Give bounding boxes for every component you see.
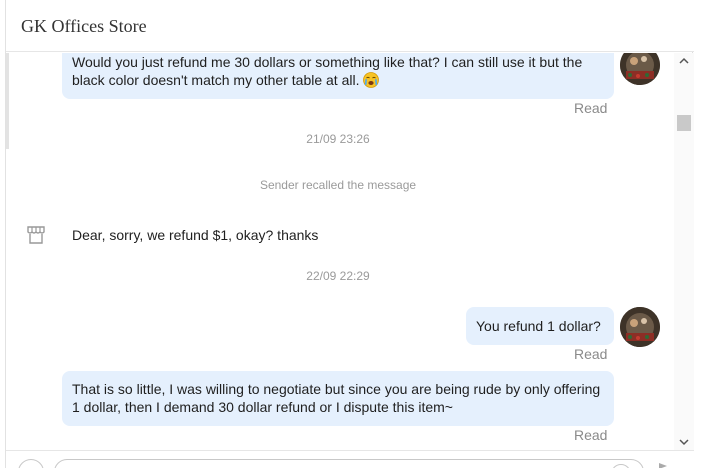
add-attachment-icon[interactable] bbox=[18, 459, 44, 468]
read-receipt: Read bbox=[574, 100, 608, 116]
message-text: Would you just refund me 30 dollars or s… bbox=[72, 54, 583, 88]
scroll-up-icon[interactable] bbox=[674, 53, 694, 69]
read-receipt: Read bbox=[574, 346, 608, 362]
user-avatar[interactable] bbox=[620, 53, 660, 85]
timestamp: 21/09 23:26 bbox=[306, 132, 370, 146]
timestamp: 22/09 22:29 bbox=[306, 269, 370, 283]
message-bubble-outgoing: You refund 1 dollar? bbox=[466, 307, 614, 345]
message-thread[interactable]: Would you just refund me 30 dollars or s… bbox=[6, 53, 674, 449]
crying-face-emoji-icon bbox=[363, 72, 380, 92]
message-bubble-outgoing: That is so little, I was willing to nego… bbox=[62, 371, 614, 426]
store-icon bbox=[26, 225, 46, 245]
scroll-thumb[interactable] bbox=[677, 115, 691, 131]
chat-header: GK Offices Store bbox=[6, 0, 694, 52]
message-bubble-outgoing: Would you just refund me 30 dollars or s… bbox=[62, 53, 614, 99]
message-text-incoming: Dear, sorry, we refund $1, okay? thanks bbox=[72, 227, 319, 243]
vertical-scrollbar[interactable] bbox=[674, 53, 694, 450]
message-input[interactable] bbox=[54, 459, 644, 468]
message-text: That is so little, I was willing to nego… bbox=[72, 381, 601, 415]
system-message: Sender recalled the message bbox=[259, 178, 417, 192]
chat-window: GK Offices Store Would you just refund m… bbox=[5, 0, 694, 468]
user-avatar[interactable] bbox=[620, 307, 660, 347]
message-composer bbox=[6, 450, 694, 468]
store-name: GK Offices Store bbox=[21, 16, 147, 36]
scroll-down-icon[interactable] bbox=[674, 434, 694, 450]
read-receipt: Read bbox=[574, 427, 608, 443]
message-text: You refund 1 dollar? bbox=[476, 318, 601, 334]
send-icon[interactable] bbox=[658, 462, 668, 468]
